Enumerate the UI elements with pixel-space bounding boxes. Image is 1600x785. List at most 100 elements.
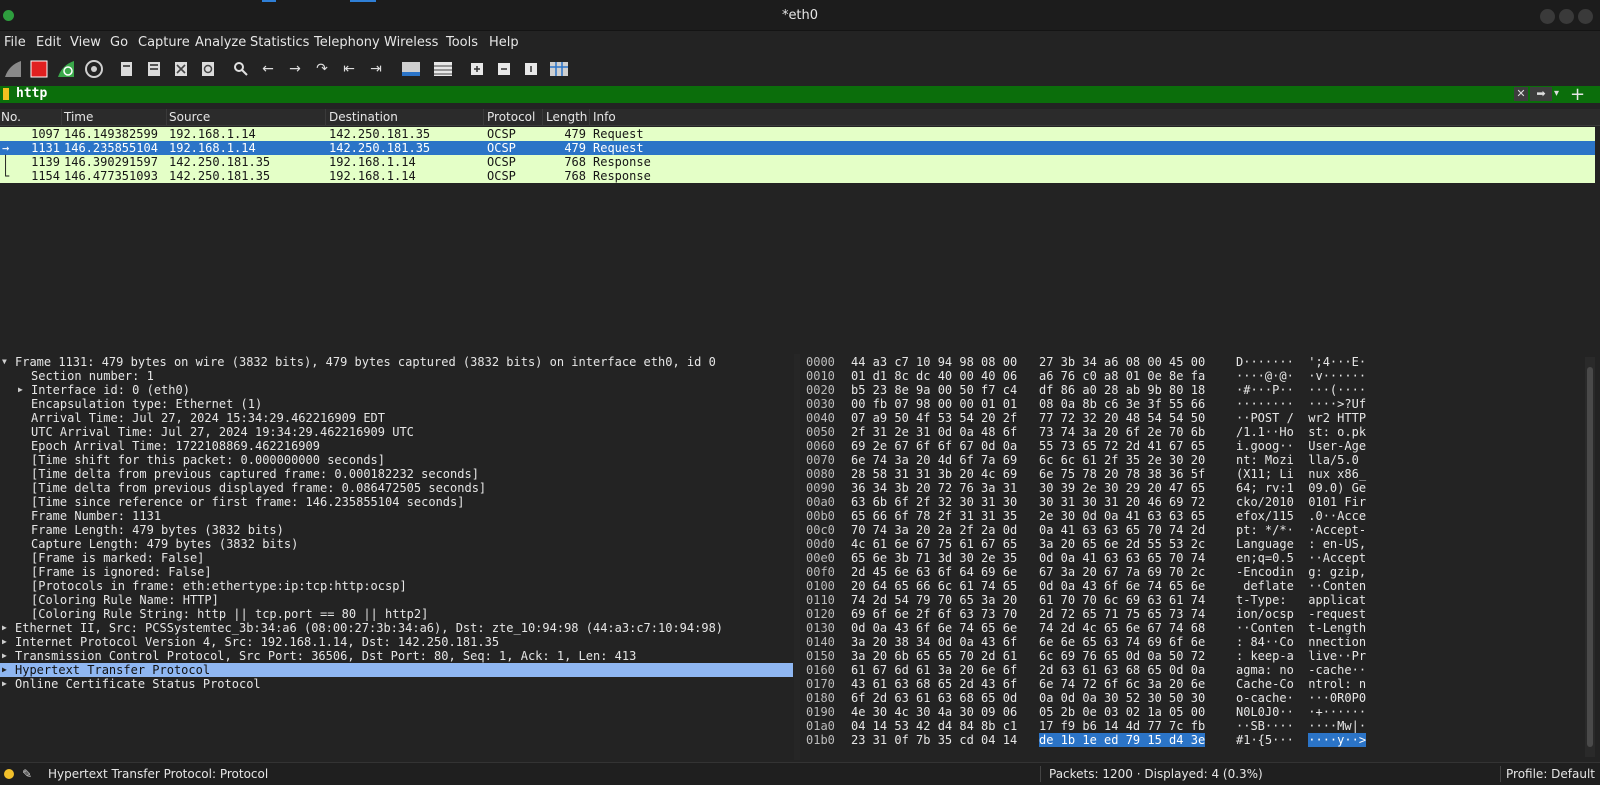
menu-file[interactable]: File	[4, 35, 26, 50]
ascii-text[interactable]: Language : en-US,	[1236, 537, 1366, 551]
hex-bytes[interactable]: 07 a9 50 4f 53 54 20 2f	[851, 411, 1017, 425]
ascii-text[interactable]: /1.1··Ho st: o.pk	[1236, 425, 1366, 439]
hex-row[interactable]: 0120 69 6f 6e 2f 6f 63 73 70 2d 72 65 71 7…	[800, 607, 1590, 621]
hex-bytes[interactable]: 74 2d 54 79 70 65 3a 20	[851, 593, 1017, 607]
tree-row[interactable]: [Coloring Rule Name: HTTP]	[0, 593, 794, 607]
tree-row[interactable]: [Frame is ignored: False]	[0, 565, 794, 579]
menu-telephony[interactable]: Telephony	[314, 35, 380, 50]
ascii-text[interactable]: : keep-a live··Pr	[1236, 649, 1366, 663]
hex-bytes[interactable]: 23 31 0f 7b 35 cd 04 14	[851, 733, 1017, 747]
column-header-length[interactable]: Length	[546, 110, 587, 124]
ascii-text[interactable]: : 84··Co nnection	[1236, 635, 1366, 649]
hex-row[interactable]: 01b0 23 31 0f 7b 35 cd 04 14 de 1b 1e ed 7…	[800, 733, 1590, 747]
bookmark-icon[interactable]	[3, 88, 9, 100]
tree-row-http-selected[interactable]: ▶ Hypertext Transfer Protocol	[0, 663, 793, 677]
tree-row-frame[interactable]: ▼ Frame 1131: 479 bytes on wire (3832 bit…	[0, 355, 794, 369]
hex-bytes[interactable]: 30 31 30 31 20 46 69 72	[1039, 495, 1205, 509]
close-file-icon[interactable]	[170, 58, 192, 80]
hex-bytes[interactable]: 30 39 2e 30 29 20 47 65	[1039, 481, 1205, 495]
ascii-text[interactable]: i.goog·· User-Age	[1236, 439, 1366, 453]
ascii-text[interactable]: o-cache· ···0R0P0	[1236, 691, 1366, 705]
hex-row[interactable]: 0000 44 a3 c7 10 94 98 08 00 27 3b 34 a6 0…	[800, 355, 1590, 369]
hex-bytes[interactable]: 65 6e 3b 71 3d 30 2e 35	[851, 551, 1017, 565]
hex-row[interactable]: 0050 2f 31 2e 31 0d 0a 48 6f 73 74 3a 20 6…	[800, 425, 1590, 439]
apply-filter-icon[interactable]: ➡	[1530, 87, 1552, 101]
hex-row[interactable]: 0060 69 2e 67 6f 6f 67 0d 0a 55 73 65 72 2…	[800, 439, 1590, 453]
collapsed-arrow-icon[interactable]: ▶	[2, 677, 7, 691]
hex-bytes[interactable]: 2f 31 2e 31 0d 0a 48 6f	[851, 425, 1017, 439]
ascii-text[interactable]: pt: */*· ·Accept-	[1236, 523, 1366, 537]
hex-bytes[interactable]: 20 64 65 66 6c 61 74 65	[851, 579, 1017, 593]
hex-bytes[interactable]: 6e 74 72 6f 6c 3a 20 6e	[1039, 677, 1205, 691]
ascii-text[interactable]: 64; rv:1 09.0) Ge	[1236, 481, 1366, 495]
hex-bytes[interactable]: 0d 0a 43 6f 6e 74 65 6e	[851, 621, 1017, 635]
hex-bytes[interactable]: 0a 0d 0a 30 52 30 50 30	[1039, 691, 1205, 705]
hex-bytes[interactable]: 69 2e 67 6f 6f 67 0d 0a	[851, 439, 1017, 453]
tree-row[interactable]: [Time delta from previous captured frame…	[0, 467, 794, 481]
hex-bytes[interactable]: 69 6f 6e 2f 6f 63 73 70	[851, 607, 1017, 621]
hex-bytes[interactable]: 6e 75 78 20 78 38 36 5f	[1039, 467, 1205, 481]
hex-bytes[interactable]: de 1b 1e ed 79 15 d4 3e	[1039, 733, 1206, 747]
collapsed-arrow-icon[interactable]: ▶	[2, 663, 7, 677]
first-packet-icon[interactable]: ⇤	[338, 58, 360, 80]
hex-bytes[interactable]: 0d 0a 41 63 63 65 70 74	[1039, 551, 1205, 565]
hex-bytes[interactable]: 61 70 70 6c 69 63 61 74	[1039, 593, 1205, 607]
last-packet-icon[interactable]: ⇥	[365, 58, 387, 80]
ascii-text[interactable]: agma: no -cache··	[1236, 663, 1366, 677]
hex-row[interactable]: 0110 74 2d 54 79 70 65 3a 20 61 70 70 6c 6…	[800, 593, 1590, 607]
ascii-text[interactable]: D······· ';4···E·	[1236, 355, 1366, 369]
hex-bytes[interactable]: 63 6b 6f 2f 32 30 31 30	[851, 495, 1017, 509]
tree-row[interactable]: Frame Length: 479 bytes (3832 bits)	[0, 523, 794, 537]
autoscroll-icon[interactable]	[400, 58, 422, 80]
hex-row[interactable]: 0130 0d 0a 43 6f 6e 74 65 6e 74 2d 4c 65 6…	[800, 621, 1590, 635]
hex-bytes[interactable]: 00 fb 07 98 00 00 01 01	[851, 397, 1017, 411]
hex-bytes[interactable]: 6e 6e 65 63 74 69 6f 6e	[1039, 635, 1205, 649]
hex-row[interactable]: 00b0 65 66 6f 78 2f 31 31 35 2e 30 0d 0a 4…	[800, 509, 1590, 523]
packet-row[interactable]: └ 1154 146.477351093 142.250.181.35 192.…	[0, 169, 1595, 183]
menu-statistics[interactable]: Statistics	[250, 35, 309, 50]
hex-bytes[interactable]: 6c 69 76 65 0d 0a 50 72	[1039, 649, 1205, 663]
ascii-text[interactable]: ····@·@· ·v······	[1236, 369, 1366, 383]
hex-row[interactable]: 0040 07 a9 50 4f 53 54 20 2f 77 72 32 20 4…	[800, 411, 1590, 425]
hex-bytes[interactable]: 3a 20 38 34 0d 0a 43 6f	[851, 635, 1017, 649]
hex-bytes[interactable]: 73 74 3a 20 6f 2e 70 6b	[1039, 425, 1205, 439]
hex-bytes[interactable]: 08 0a 8b c6 3e 3f 55 66	[1039, 397, 1205, 411]
hex-bytes[interactable]: 2d 63 61 63 68 65 0d 0a	[1039, 663, 1205, 677]
bytes-scrollbar[interactable]	[1585, 357, 1595, 757]
hex-row[interactable]: 0030 00 fb 07 98 00 00 01 01 08 0a 8b c6 3…	[800, 397, 1590, 411]
ascii-text[interactable]: ··SB···· ····Mw|·	[1236, 719, 1366, 733]
hex-bytes[interactable]: 74 2d 4c 65 6e 67 74 68	[1039, 621, 1205, 635]
tree-row[interactable]: [Protocols in frame: eth:ethertype:ip:tc…	[0, 579, 794, 593]
hex-row[interactable]: 0100 20 64 65 66 6c 61 74 65 0d 0a 43 6f 6…	[800, 579, 1590, 593]
hex-bytes[interactable]: 6c 6c 61 2f 35 2e 30 20	[1039, 453, 1205, 467]
hex-row[interactable]: 0010 01 d1 8c dc 40 00 40 06 a6 76 c0 a8 0…	[800, 369, 1590, 383]
hex-bytes[interactable]: 4e 30 4c 30 4a 30 09 06	[851, 705, 1017, 719]
column-header-info[interactable]: Info	[593, 110, 616, 124]
hex-bytes[interactable]: df 86 a0 28 ab 9b 80 18	[1039, 383, 1205, 397]
ascii-text[interactable]: #1·{5··· ····y··>	[1236, 733, 1367, 747]
hex-bytes[interactable]: 4c 61 6e 67 75 61 67 65	[851, 537, 1017, 551]
packet-row[interactable]: 1097 146.149382599 192.168.1.14 142.250.…	[0, 127, 1595, 141]
hex-bytes[interactable]: 2d 45 6e 63 6f 64 69 6e	[851, 565, 1017, 579]
hex-row[interactable]: 00e0 65 6e 3b 71 3d 30 2e 35 0d 0a 41 63 6…	[800, 551, 1590, 565]
hex-bytes[interactable]: 44 a3 c7 10 94 98 08 00	[851, 355, 1017, 369]
hex-bytes[interactable]: b5 23 8e 9a 00 50 f7 c4	[851, 383, 1017, 397]
ascii-text[interactable]: ion/ocsp -request	[1236, 607, 1366, 621]
zoom-out-icon[interactable]	[493, 58, 515, 80]
hex-row[interactable]: 0090 36 34 3b 20 72 76 3a 31 30 39 2e 30 2…	[800, 481, 1590, 495]
column-header-time[interactable]: Time	[64, 110, 93, 124]
hex-bytes[interactable]: 04 14 53 42 d4 84 8b c1	[851, 719, 1017, 733]
restart-capture-icon[interactable]	[55, 58, 77, 80]
display-filter-input[interactable]: http	[16, 86, 47, 101]
ascii-text[interactable]: N0L0J0·· ·+······	[1236, 705, 1366, 719]
tree-row[interactable]: [Frame is marked: False]	[0, 551, 794, 565]
hex-row[interactable]: 0020 b5 23 8e 9a 00 50 f7 c4 df 86 a0 28 a…	[800, 383, 1590, 397]
column-header-protocol[interactable]: Protocol	[487, 110, 535, 124]
hex-bytes[interactable]: 2d 72 65 71 75 65 73 74	[1039, 607, 1205, 621]
tree-row[interactable]: Arrival Time: Jul 27, 2024 15:34:29.4622…	[0, 411, 794, 425]
tree-row-ipv4[interactable]: ▶ Internet Protocol Version 4, Src: 192.1…	[0, 635, 794, 649]
collapsed-arrow-icon[interactable]: ▶	[2, 649, 7, 663]
tree-row-tcp[interactable]: ▶ Transmission Control Protocol, Src Port…	[0, 649, 794, 663]
menu-wireless[interactable]: Wireless	[384, 35, 438, 50]
hex-row[interactable]: 01a0 04 14 53 42 d4 84 8b c1 17 f9 b6 14 4…	[800, 719, 1590, 733]
